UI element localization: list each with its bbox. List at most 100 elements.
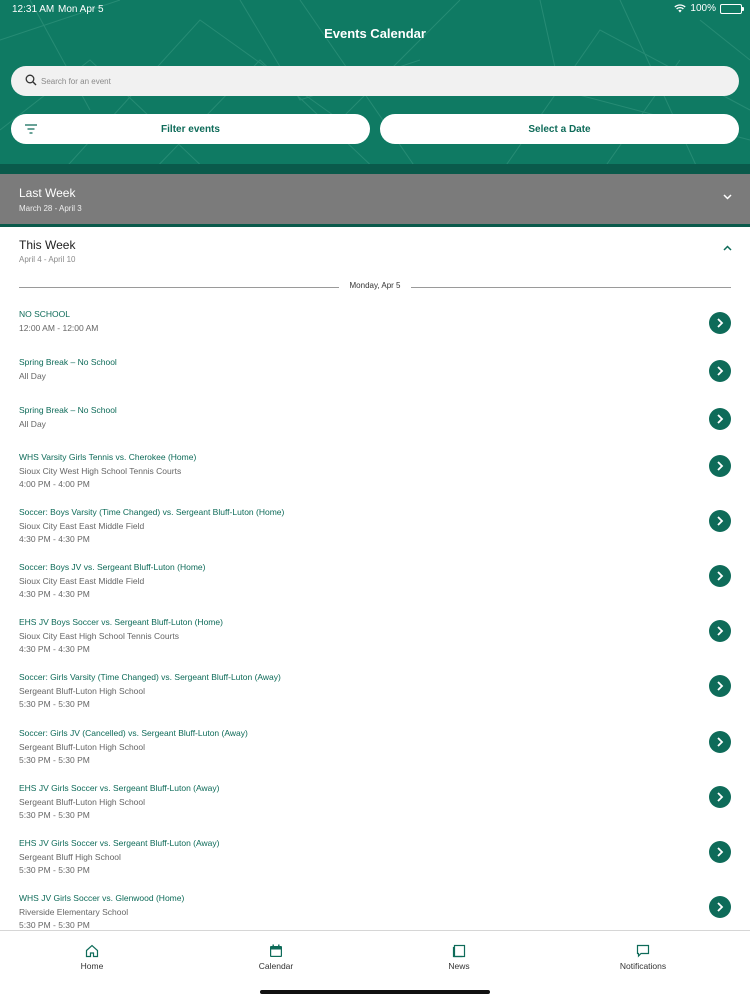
chevron-right-icon (717, 902, 724, 912)
event-open-button[interactable] (709, 565, 731, 587)
event-title[interactable]: WHS Varsity Girls Tennis vs. Cherokee (H… (19, 452, 196, 462)
status-indicators: 100% (674, 3, 744, 14)
event-open-button[interactable] (709, 408, 731, 430)
filter-events-label: Filter events (161, 123, 220, 135)
status-date: Mon Apr 5 (58, 4, 104, 15)
status-bar: 12:31 AM Mon Apr 5 100% (0, 0, 750, 18)
event-open-button[interactable] (709, 675, 731, 697)
day-label: Monday, Apr 5 (349, 281, 401, 290)
tab-calendar[interactable]: Calendar (226, 943, 326, 971)
event-time: 4:30 PM - 4:30 PM (19, 644, 90, 654)
event-row[interactable]: Soccer: Boys JV vs. Sergeant Bluff-Luton… (0, 562, 750, 608)
event-title[interactable]: Soccer: Girls Varsity (Time Changed) vs.… (19, 672, 281, 682)
event-time: 5:30 PM - 5:30 PM (19, 920, 90, 930)
event-row[interactable]: EHS JV Girls Soccer vs. Sergeant Bluff-L… (0, 838, 750, 884)
header: 12:31 AM Mon Apr 5 100% Events Calendar … (0, 0, 750, 174)
section-this-week[interactable]: This Week April 4 - April 10 (0, 227, 750, 271)
event-open-button[interactable] (709, 455, 731, 477)
tab-home[interactable]: Home (42, 943, 142, 971)
battery-percent: 100% (690, 3, 716, 14)
tab-label: Calendar (258, 961, 294, 971)
tab-label: News (448, 961, 470, 971)
event-title[interactable]: Soccer: Boys Varsity (Time Changed) vs. … (19, 507, 284, 517)
event-time: 5:30 PM - 5:30 PM (19, 810, 90, 820)
tab-notifications[interactable]: Notifications (593, 943, 693, 971)
chevron-right-icon (717, 681, 724, 691)
event-open-button[interactable] (709, 360, 731, 382)
select-date-button[interactable]: Select a Date (380, 114, 739, 144)
chevron-right-icon (717, 318, 724, 328)
tab-news[interactable]: News (409, 943, 509, 971)
section-range: April 4 - April 10 (19, 255, 76, 264)
event-location: Sergeant Bluff-Luton High School (19, 796, 146, 807)
day-divider: Monday, Apr 5 (19, 281, 731, 293)
header-band (0, 164, 750, 174)
event-open-button[interactable] (709, 786, 731, 808)
event-location: Sioux City East High School Tennis Court… (19, 630, 180, 641)
event-location: Sergeant Bluff High School (19, 851, 121, 862)
event-open-button[interactable] (709, 731, 731, 753)
filter-icon (25, 124, 37, 134)
event-title[interactable]: Spring Break – No School (19, 405, 117, 415)
chevron-right-icon (717, 461, 724, 471)
event-title[interactable]: EHS JV Boys Soccer vs. Sergeant Bluff-Lu… (19, 617, 223, 627)
event-open-button[interactable] (709, 896, 731, 918)
event-open-button[interactable] (709, 510, 731, 532)
event-open-button[interactable] (709, 620, 731, 642)
search-bar[interactable] (11, 66, 739, 96)
event-title[interactable]: EHS JV Girls Soccer vs. Sergeant Bluff-L… (19, 783, 219, 793)
event-row[interactable]: EHS JV Boys Soccer vs. Sergeant Bluff-Lu… (0, 617, 750, 663)
event-row[interactable]: EHS JV Girls Soccer vs. Sergeant Bluff-L… (0, 783, 750, 829)
page-title: Events Calendar (324, 26, 426, 41)
filter-events-button[interactable]: Filter events (11, 114, 370, 144)
event-time: 5:30 PM - 5:30 PM (19, 755, 90, 765)
event-location: Sergeant Bluff-Luton High School (19, 685, 146, 696)
event-row[interactable]: Soccer: Girls JV (Cancelled) vs. Sergean… (0, 728, 750, 774)
event-row[interactable]: Soccer: Boys Varsity (Time Changed) vs. … (0, 507, 750, 553)
event-location: Sioux City West High School Tennis Court… (19, 465, 182, 476)
chevron-right-icon (717, 847, 724, 857)
event-location: Sioux City East East Middle Field (19, 520, 145, 531)
battery-icon (720, 3, 744, 14)
select-date-label: Select a Date (528, 123, 591, 135)
status-time: 12:31 AM (12, 4, 55, 15)
event-open-button[interactable] (709, 312, 731, 334)
event-time: 5:30 PM - 5:30 PM (19, 865, 90, 875)
tab-label: Notifications (619, 961, 667, 971)
event-row[interactable]: NO SCHOOL 12:00 AM - 12:00 AM (0, 309, 750, 355)
event-title[interactable]: Soccer: Boys JV vs. Sergeant Bluff-Luton… (19, 562, 205, 572)
event-location: Sergeant Bluff-Luton High School (19, 741, 146, 752)
chevron-right-icon (717, 626, 724, 636)
notifications-icon (636, 944, 650, 958)
chevron-up-icon (723, 245, 732, 251)
chevron-right-icon (717, 516, 724, 526)
event-row[interactable]: Spring Break – No School All Day (0, 357, 750, 403)
home-icon (85, 944, 99, 958)
event-row[interactable]: WHS Varsity Girls Tennis vs. Cherokee (H… (0, 452, 750, 498)
event-time: 12:00 AM - 12:00 AM (19, 322, 99, 333)
section-last-week[interactable]: Last Week March 28 - April 3 (0, 174, 750, 224)
event-time: All Day (19, 418, 46, 429)
chevron-down-icon (723, 194, 732, 200)
event-row[interactable]: Spring Break – No School All Day (0, 405, 750, 451)
chevron-right-icon (717, 792, 724, 802)
event-time: 5:30 PM - 5:30 PM (19, 699, 90, 709)
event-open-button[interactable] (709, 841, 731, 863)
wifi-icon (674, 4, 687, 13)
search-input[interactable] (41, 72, 721, 90)
event-time: 4:30 PM - 4:30 PM (19, 589, 90, 599)
event-title[interactable]: EHS JV Girls Soccer vs. Sergeant Bluff-L… (19, 838, 219, 848)
section-title: This Week (19, 238, 76, 252)
event-time: All Day (19, 370, 46, 381)
chevron-right-icon (717, 737, 724, 747)
event-title[interactable]: Spring Break – No School (19, 357, 117, 367)
tab-label: Home (80, 961, 104, 971)
chevron-right-icon (717, 571, 724, 581)
event-title[interactable]: WHS JV Girls Soccer vs. Glenwood (Home) (19, 893, 184, 903)
chevron-right-icon (717, 414, 724, 424)
event-time: 4:00 PM - 4:00 PM (19, 479, 90, 489)
event-location: Sioux City East East Middle Field (19, 575, 145, 586)
event-title[interactable]: NO SCHOOL (19, 309, 70, 319)
event-title[interactable]: Soccer: Girls JV (Cancelled) vs. Sergean… (19, 728, 248, 738)
event-row[interactable]: Soccer: Girls Varsity (Time Changed) vs.… (0, 672, 750, 718)
